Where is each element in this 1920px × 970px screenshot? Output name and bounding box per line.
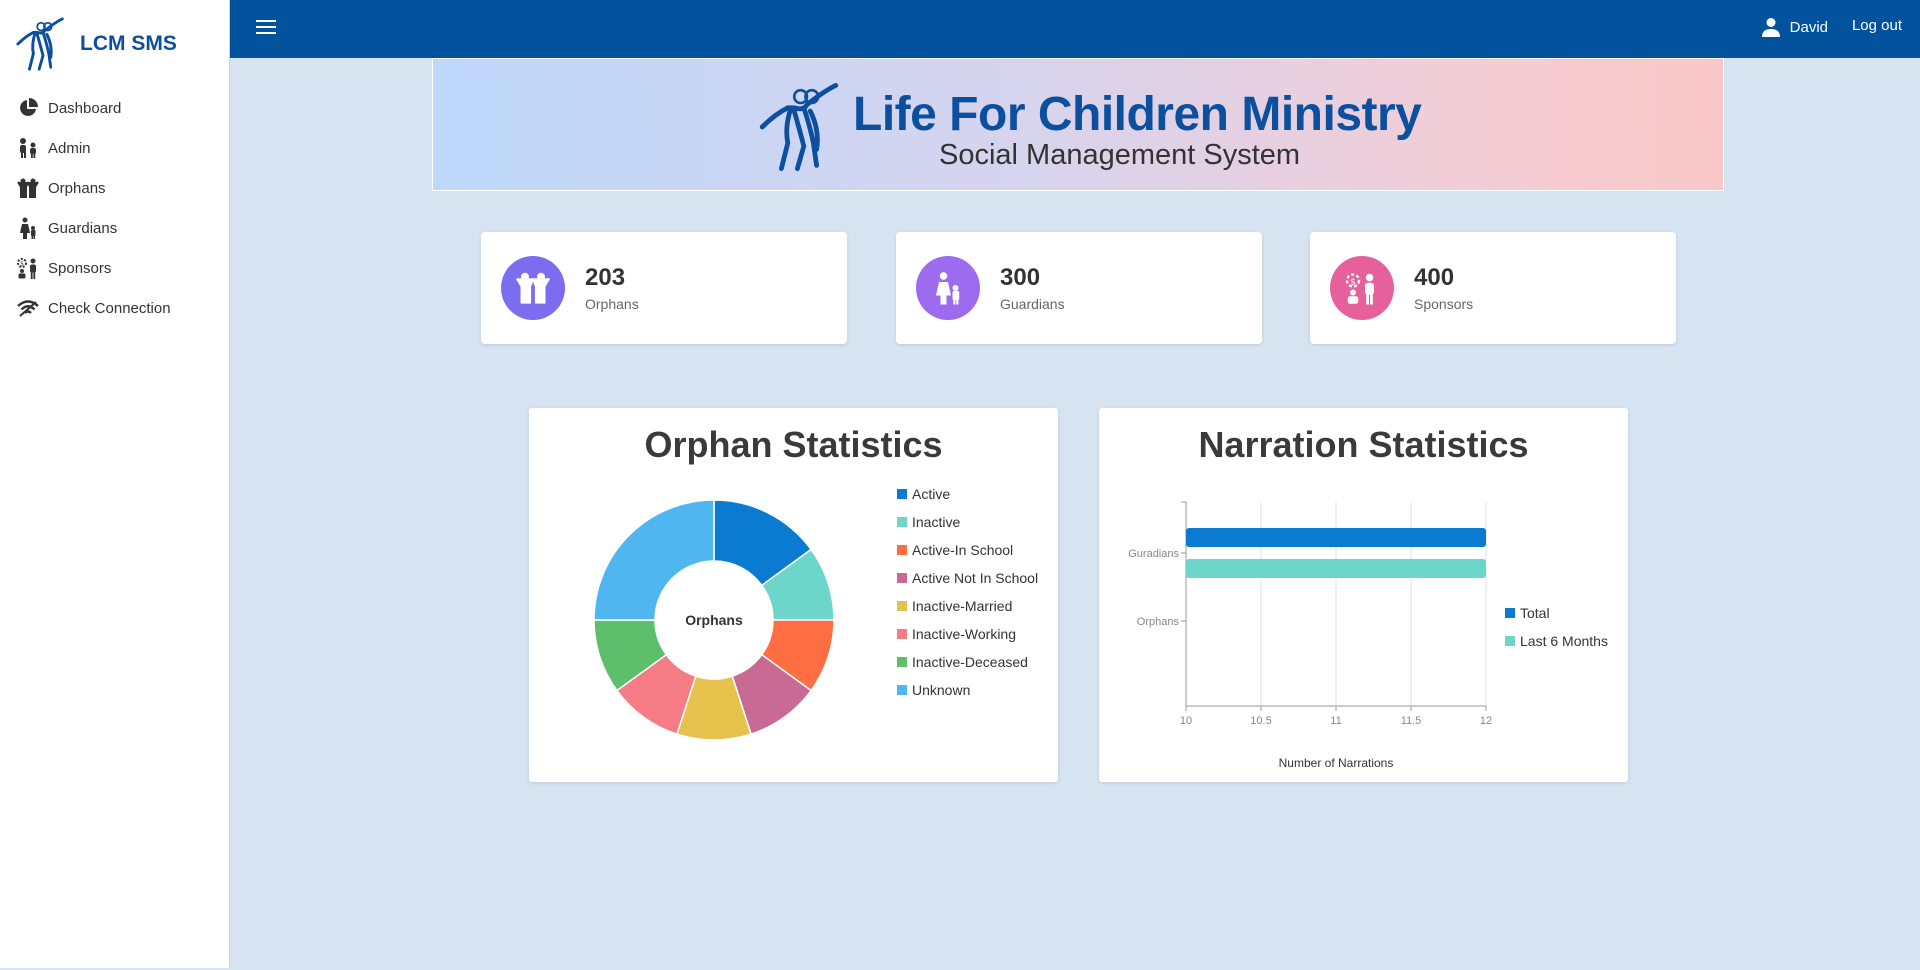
legend-label: Inactive xyxy=(912,514,961,530)
legend-swatch xyxy=(897,573,907,583)
legend-swatch xyxy=(897,489,907,499)
x-tick-label: 10.5 xyxy=(1250,715,1271,727)
sidebar-item-guardians[interactable]: Guardians xyxy=(0,208,229,248)
narration-statistics-panel: Narration Statistics 10 10.5 11 11.5 12 Gurad… xyxy=(1099,408,1628,782)
logout-button[interactable]: Log out xyxy=(1852,17,1902,34)
sidebar-item-check-connection[interactable]: Check Connection xyxy=(0,288,229,328)
sidebar-item-label: Sponsors xyxy=(48,259,112,277)
banner-title: Life For Children Ministry xyxy=(853,88,1422,141)
sidebar-item-label: Dashboard xyxy=(48,99,122,117)
x-tick-label: 12 xyxy=(1480,715,1492,727)
legend-item[interactable]: Inactive xyxy=(897,514,960,530)
legend-swatch xyxy=(1505,608,1515,618)
svg-text:$: $ xyxy=(20,261,24,268)
legend-item[interactable]: Total xyxy=(1505,605,1550,621)
bar[interactable] xyxy=(1186,528,1486,547)
sponsor-icon: $ xyxy=(16,256,40,280)
brand[interactable]: LCM SMS xyxy=(0,0,229,88)
legend-item[interactable]: Inactive-Married xyxy=(897,598,1012,614)
stat-value: 203 xyxy=(585,264,626,291)
sidebar-item-orphans[interactable]: Orphans xyxy=(0,168,229,208)
lcm-logo-icon xyxy=(759,83,839,172)
sidebar-item-admin[interactable]: Admin xyxy=(0,128,229,168)
y-tick-label: Guradians xyxy=(1128,548,1179,560)
stat-card-orphans[interactable]: 203 Orphans xyxy=(481,232,847,344)
wifi-icon xyxy=(16,296,40,320)
stat-value: 400 xyxy=(1414,264,1455,291)
legend-swatch xyxy=(897,601,907,611)
ministry-banner: Life For Children Ministry Social Manage… xyxy=(432,58,1724,191)
stat-card-guardians[interactable]: 300 Guardians xyxy=(896,232,1262,344)
legend-label: Last 6 Months xyxy=(1520,633,1608,649)
legend-swatch xyxy=(897,657,907,667)
children-icon xyxy=(16,176,40,200)
legend-label: Active xyxy=(912,486,951,502)
y-tick-label: Orphans xyxy=(1137,616,1180,628)
orphan-doughnut-chart[interactable]: Orphans xyxy=(529,408,1058,782)
stat-card-sponsors[interactable]: $ 400 Sponsors xyxy=(1310,232,1676,344)
legend-item[interactable]: Inactive-Working xyxy=(897,626,1016,642)
guardian-icon xyxy=(916,256,980,320)
sidebar-item-label: Admin xyxy=(48,139,91,157)
guardian-icon xyxy=(16,216,40,240)
stat-label: Sponsors xyxy=(1414,296,1474,312)
sidebar-nav: Dashboard Admin Orphans Guardians $ Spon… xyxy=(0,88,229,328)
sidebar-item-sponsors[interactable]: $ Sponsors xyxy=(0,248,229,288)
x-tick-label: 11.5 xyxy=(1401,715,1422,727)
legend-item[interactable]: Active xyxy=(897,486,950,502)
legend-label: Inactive-Married xyxy=(912,598,1013,614)
legend-swatch xyxy=(897,685,907,695)
children-icon xyxy=(501,256,565,320)
legend-item[interactable]: Last 6 Months xyxy=(1505,633,1608,649)
bar[interactable] xyxy=(1186,559,1486,578)
svg-text:$: $ xyxy=(1350,277,1356,287)
x-tick-label: 10 xyxy=(1180,715,1192,727)
legend-label: Active Not In School xyxy=(912,570,1039,586)
sidebar-item-dashboard[interactable]: Dashboard xyxy=(0,88,229,128)
legend-label: Unknown xyxy=(912,682,971,698)
x-tick-label: 11 xyxy=(1330,715,1341,727)
sponsor-icon: $ xyxy=(1330,256,1394,320)
stat-label: Orphans xyxy=(585,296,639,312)
legend-swatch xyxy=(897,545,907,555)
pie-center-label: Orphans xyxy=(685,612,743,628)
legend-item[interactable]: Active Not In School xyxy=(897,570,1038,586)
sidebar-item-label: Check Connection xyxy=(48,299,171,317)
admin-people-icon xyxy=(16,136,40,160)
legend-item[interactable]: Active-In School xyxy=(897,542,1013,558)
legend-item[interactable]: Unknown xyxy=(897,682,970,698)
legend-label: Total xyxy=(1520,605,1550,621)
user-name: David xyxy=(1789,18,1828,36)
brand-name: LCM SMS xyxy=(80,32,177,55)
hamburger-menu-icon[interactable] xyxy=(254,16,278,40)
legend-swatch xyxy=(1505,636,1515,646)
sidebar-item-label: Guardians xyxy=(48,219,118,237)
top-app-bar: David Log out xyxy=(230,0,1920,58)
pie-chart-icon xyxy=(16,96,40,120)
legend-item[interactable]: Inactive-Deceased xyxy=(897,654,1028,670)
stat-value: 300 xyxy=(1000,264,1041,291)
legend-label: Active-In School xyxy=(912,542,1014,558)
orphan-statistics-panel: Orphan Statistics Orphans Active Inactive… xyxy=(529,408,1058,782)
sidebar-item-label: Orphans xyxy=(48,179,106,197)
user-icon xyxy=(1761,18,1780,37)
legend-swatch xyxy=(897,517,907,527)
sidebar: LCM SMS Dashboard Admin Orphans Guardian… xyxy=(0,0,230,968)
lcm-logo-icon xyxy=(16,17,64,71)
user-account[interactable]: David xyxy=(1760,16,1828,38)
legend-swatch xyxy=(897,629,907,639)
x-axis-label: Number of Narrations xyxy=(1279,756,1394,770)
stat-label: Guardians xyxy=(1000,296,1065,312)
banner-subtitle: Social Management System xyxy=(939,139,1301,171)
narration-bar-chart[interactable]: 10 10.5 11 11.5 12 Guradians Orphans Number of … xyxy=(1099,408,1628,782)
pie-slice[interactable] xyxy=(593,499,715,621)
legend-label: Inactive-Deceased xyxy=(912,654,1028,670)
legend-label: Inactive-Working xyxy=(912,626,1017,642)
